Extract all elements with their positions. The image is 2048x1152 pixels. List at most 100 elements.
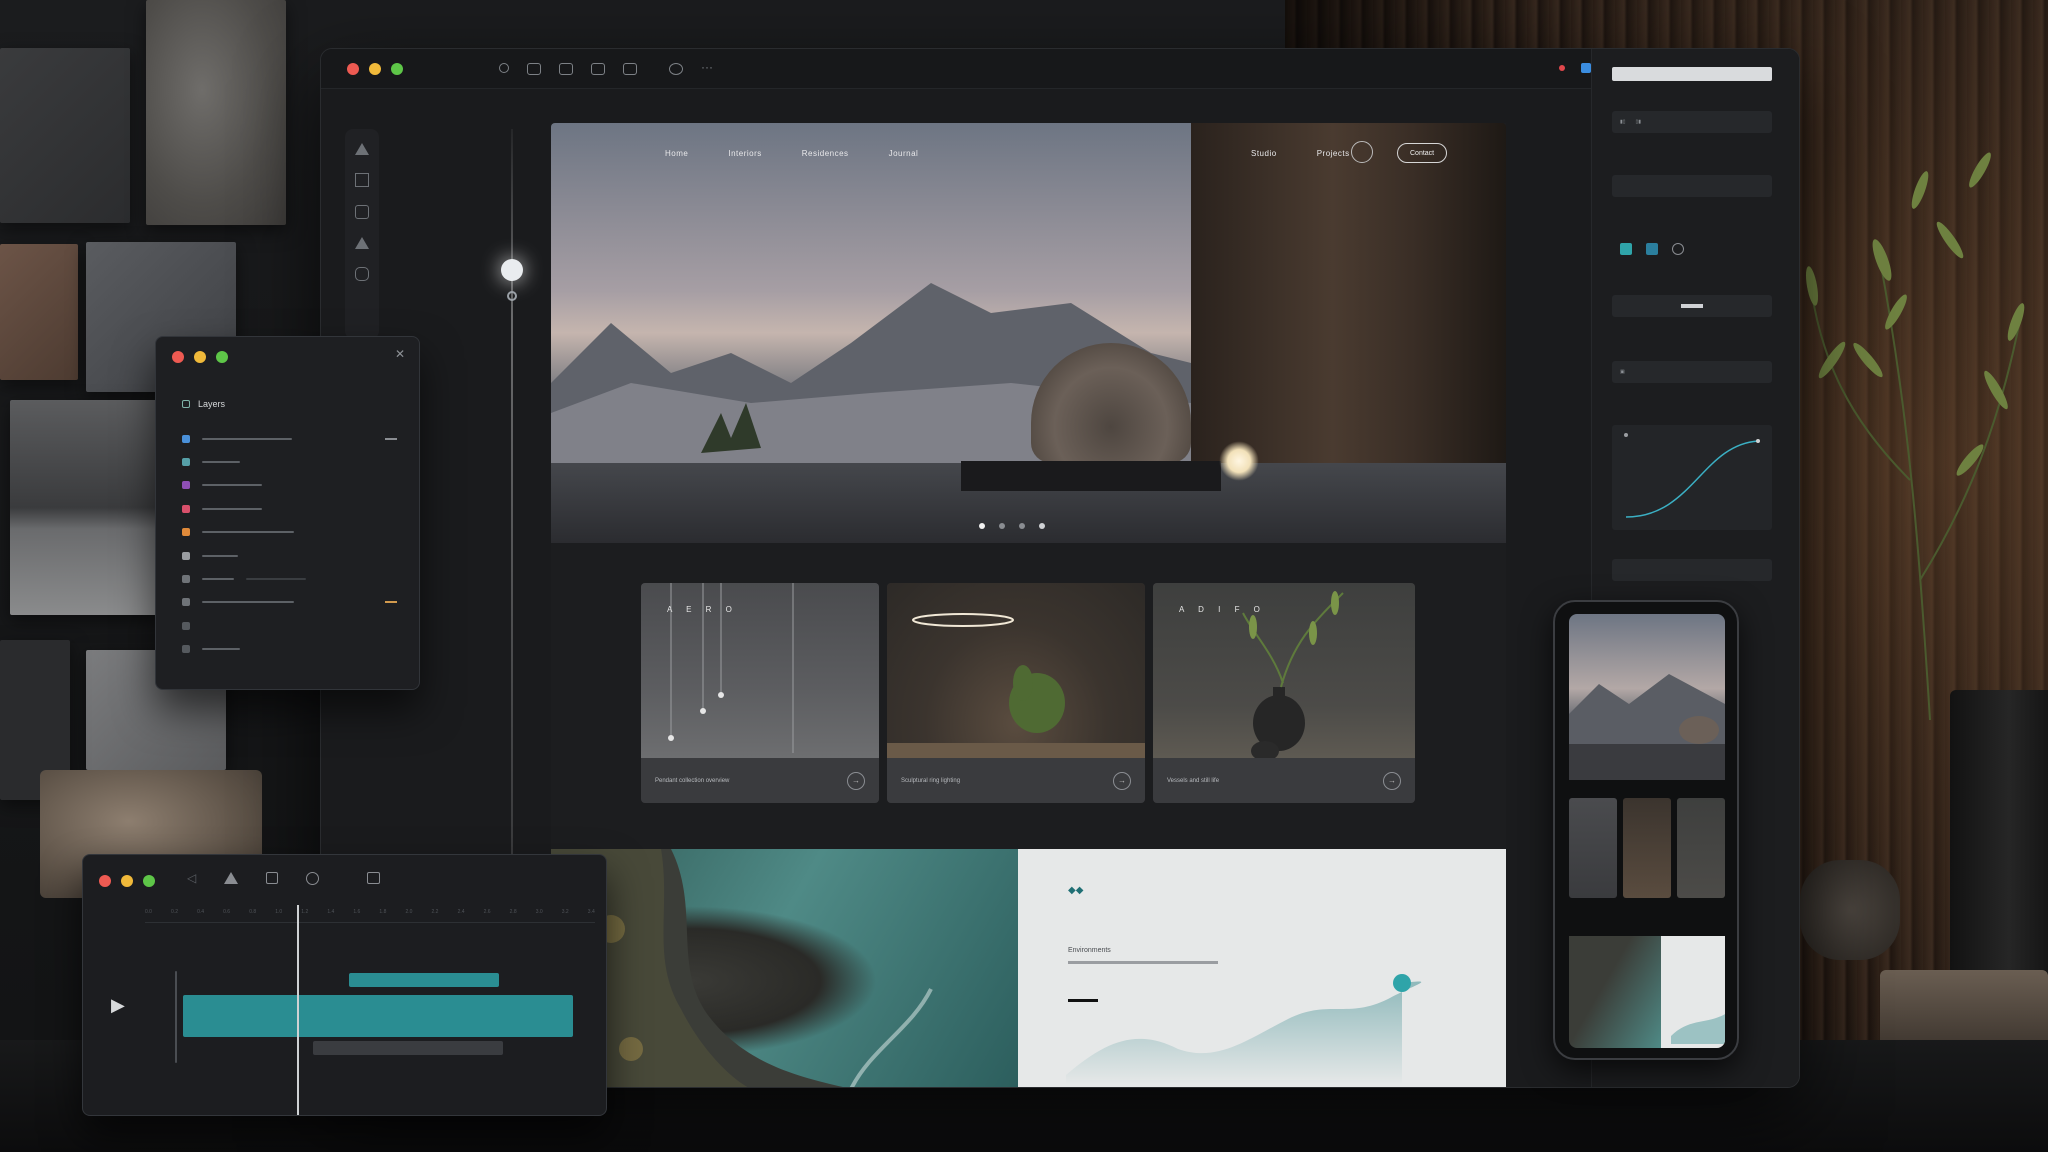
section-label [1612,415,1772,425]
rectangle-tool-icon[interactable] [355,173,369,187]
record-indicator-icon [1559,65,1565,71]
card-caption: Vessels and still life [1167,777,1220,784]
nav-link[interactable]: Residences [802,149,849,158]
mobile-cards [1569,798,1725,898]
close-window-button[interactable] [347,62,359,75]
minimize-window-button[interactable] [121,875,133,887]
maximize-window-button[interactable] [216,351,228,363]
nav-link[interactable]: Projects [1317,149,1350,158]
maximize-window-button[interactable] [143,875,155,887]
list-icon[interactable] [266,872,279,884]
hero-section: Home Interiors Residences Journal Studio… [551,123,1506,543]
triangle-icon[interactable] [224,872,239,884]
layer-row[interactable] [182,591,397,614]
polygon-tool-icon[interactable] [355,237,369,249]
section-label [1612,351,1772,361]
share-icon[interactable] [1581,63,1591,73]
playhead[interactable] [297,905,299,1115]
pager-dot[interactable] [979,523,985,529]
animation-track[interactable] [183,995,573,1037]
layers-icon [182,400,190,408]
graph-marker[interactable] [1393,974,1411,992]
layer-row[interactable] [182,450,397,473]
search-icon[interactable] [1351,141,1373,163]
pager-dot[interactable] [1039,523,1045,529]
time-ruler[interactable]: 0.0 0.2 0.4 0.6 0.8 1.0 1.2 1.4 1.6 1.8 2.0 2.2 2.4 2… [145,909,595,923]
secondary-track[interactable] [313,1041,503,1055]
mobile-card[interactable] [1569,798,1617,898]
triangle-tool-icon[interactable] [355,143,369,155]
section-label [1612,285,1772,295]
component-icon[interactable] [591,62,605,75]
layer-row[interactable] [182,567,397,590]
shape-tool-icon[interactable] [355,267,369,281]
inspector-search-input[interactable] [1612,67,1772,81]
maximize-window-button[interactable] [391,62,403,75]
distribute-icon[interactable]: ▯▮ [1636,119,1642,125]
mobile-card[interactable] [1677,798,1725,898]
layer-row[interactable] [182,474,397,497]
layer-row[interactable] [182,638,397,661]
teal-swatch[interactable] [1620,243,1632,255]
close-icon[interactable]: ✕ [395,347,405,361]
color-swatches [1612,237,1772,261]
sticky-note-icon[interactable] [355,205,369,219]
play-icon[interactable]: ▶ [111,995,125,1016]
feature-card[interactable]: A D I F O Vessels and still life → [1153,583,1415,803]
layer-row[interactable] [182,614,397,637]
ring-light-illustration [887,613,1145,758]
frame-icon[interactable] [367,872,381,884]
arrow-right-icon[interactable]: → [1383,771,1401,790]
keyframe-bar[interactable] [349,973,499,987]
effect-icon[interactable]: ▣ [1620,369,1625,375]
layer-row[interactable] [182,521,397,544]
inspector-section [1612,165,1772,197]
property-row[interactable] [1612,559,1772,581]
arrow-right-icon[interactable]: → [1113,771,1131,790]
circle-swatch[interactable] [1672,243,1684,255]
stone-slab [1880,970,2048,1050]
scroll-handle[interactable] [501,259,523,281]
arrow-right-icon[interactable]: → [847,771,865,790]
frame-icon[interactable] [527,62,541,75]
close-window-button[interactable] [99,875,111,887]
easing-curve-editor[interactable] [1612,425,1772,530]
property-row[interactable] [1612,175,1772,197]
feature-card[interactable]: A E R O Pendant collection overview → [641,583,879,803]
segment-active[interactable] [1681,304,1703,308]
contact-button[interactable]: Contact [1397,143,1448,163]
grid-icon[interactable] [559,62,573,75]
card-caption: Sculptural ring lighting [901,777,961,784]
property-row[interactable]: ▮▯ ▯▮ [1612,111,1772,133]
coastline-aerial-image [551,849,1018,1087]
nav-link[interactable]: Home [665,149,688,158]
pager-dot[interactable] [1019,523,1025,529]
photo-tile [10,400,160,615]
timer-icon[interactable] [306,871,320,885]
cursor-icon[interactable] [499,62,509,73]
nav-link[interactable]: Journal [889,149,919,158]
feature-card[interactable]: Sculptural ring lighting → [887,583,1145,803]
minimize-window-button[interactable] [369,62,381,75]
card-title: A D I F O [1179,605,1266,614]
minimize-window-button[interactable] [194,351,206,363]
property-row[interactable]: ▣ [1612,361,1772,383]
nav-link[interactable]: Interiors [728,149,761,158]
link-icon[interactable] [623,62,637,75]
align-icon[interactable]: ▮▯ [1620,119,1626,125]
layer-row[interactable] [182,497,397,520]
segmented-control[interactable] [1612,295,1772,317]
mobile-card[interactable] [1623,798,1671,898]
layer-row[interactable] [182,544,397,567]
back-icon[interactable]: ◁ [187,871,196,885]
more-icon[interactable]: ··· [701,61,713,75]
pager-dot[interactable] [999,523,1005,529]
titlebar-status [1559,63,1591,73]
preview-icon[interactable] [669,62,683,75]
close-window-button[interactable] [172,351,184,363]
layer-row[interactable] [182,427,397,450]
layer-name-placeholder [202,601,294,604]
nav-link[interactable]: Studio [1251,149,1277,158]
design-canvas[interactable]: Home Interiors Residences Journal Studio… [551,123,1506,1087]
blue-swatch[interactable] [1646,243,1658,255]
